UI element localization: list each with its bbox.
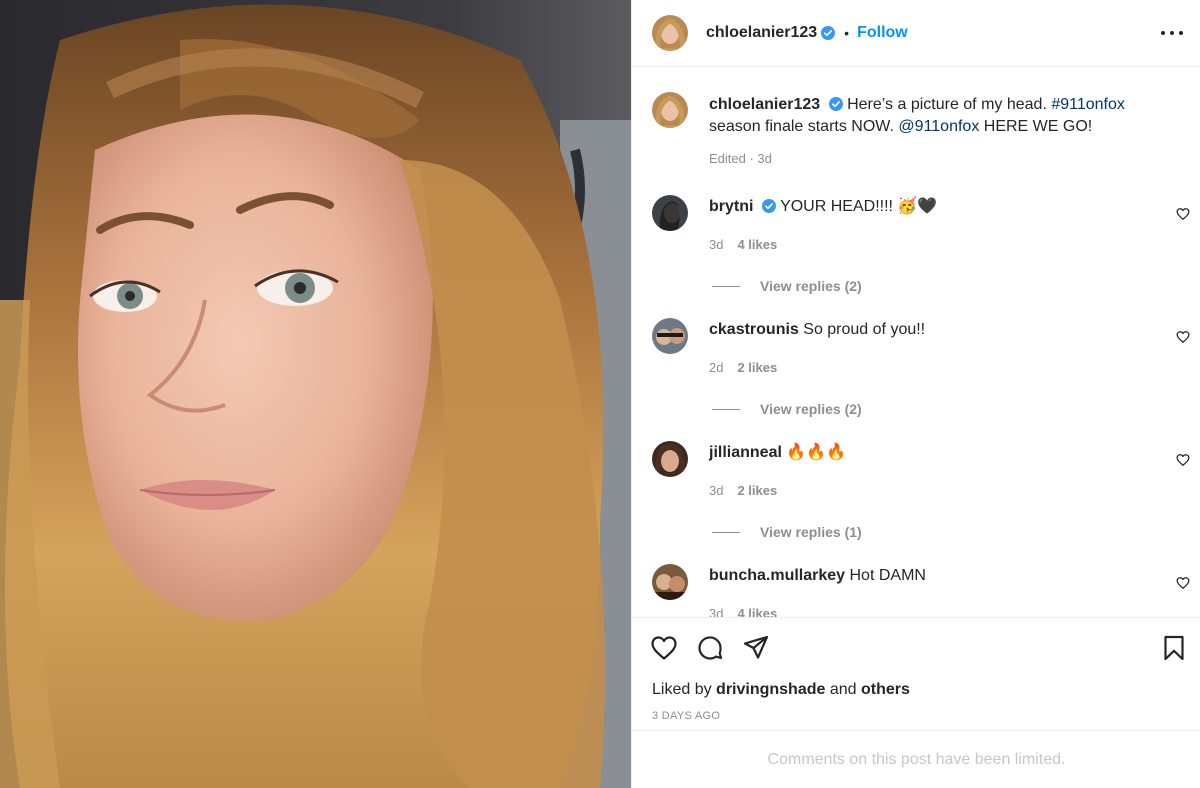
caption-username[interactable]: chloelanier123 <box>709 96 820 113</box>
caption-text-part-1: Here’s a picture of my head. <box>847 96 1047 113</box>
comment-age: 3d <box>709 237 724 252</box>
selfie-image <box>0 0 631 788</box>
commenter-avatar[interactable] <box>652 441 688 477</box>
comment-body: Hot DAMN <box>849 567 926 584</box>
view-replies-label: View replies (1) <box>760 524 862 540</box>
paper-plane-icon[interactable] <box>742 634 770 662</box>
caption-meta: Edited · 3d <box>709 151 772 166</box>
header-separator: • <box>844 25 850 41</box>
comment-item: jillianneal 🔥🔥🔥 3d 2 likes View replies (… <box>652 441 1192 561</box>
liked-by-user[interactable]: drivingnshade <box>716 681 825 698</box>
comment-likes[interactable]: 2 likes <box>737 360 777 375</box>
verified-badge-icon <box>821 26 836 40</box>
comment-like-heart-icon[interactable] <box>1176 453 1190 467</box>
comment-meta: 2d 2 likes <box>709 360 777 375</box>
comment-meta: 3d 4 likes <box>709 606 777 617</box>
comment-age: 2d <box>709 360 724 375</box>
verified-badge-icon <box>828 97 843 111</box>
commenter-avatar[interactable] <box>652 564 688 600</box>
comment-body: So proud of you!! <box>803 321 926 338</box>
replies-divider <box>712 285 740 287</box>
caption-text-part-2: season finale starts NOW. <box>709 118 894 135</box>
view-replies-button[interactable]: View replies (1) <box>712 524 862 540</box>
view-replies-button[interactable]: View replies (2) <box>712 401 862 417</box>
bookmark-icon[interactable] <box>1160 634 1188 662</box>
commenter-avatar[interactable] <box>652 318 688 354</box>
liked-by-text: Liked by drivingnshade and others <box>652 681 910 699</box>
comment-age: 3d <box>709 483 724 498</box>
comment-text: buncha.mullarkey Hot DAMN <box>709 566 926 586</box>
comment-body: 🔥🔥🔥 <box>786 444 847 461</box>
comment-username[interactable]: jillianneal <box>709 444 782 461</box>
caption-mention[interactable]: @911onfox <box>898 118 979 135</box>
comment-item: buncha.mullarkey Hot DAMN 3d 4 likes <box>652 564 1192 617</box>
replies-divider <box>712 531 740 533</box>
comment-text: jillianneal 🔥🔥🔥 <box>709 443 846 463</box>
view-replies-label: View replies (2) <box>760 401 862 417</box>
comment-like-heart-icon[interactable] <box>1176 576 1190 590</box>
comment-meta: 3d 4 likes <box>709 237 777 252</box>
commenter-avatar[interactable] <box>652 195 688 231</box>
comments-limited-notice: Comments on this post have been limited. <box>632 730 1200 788</box>
post-header: chloelanier123 • Follow <box>632 0 1200 67</box>
caption-avatar[interactable] <box>652 92 688 128</box>
comment-like-heart-icon[interactable] <box>1176 330 1190 344</box>
post-actions: Liked by drivingnshade and others 3 DAYS… <box>632 617 1200 730</box>
post-photo[interactable] <box>0 0 631 788</box>
comment-likes[interactable]: 4 likes <box>737 237 777 252</box>
liked-by-and: and <box>829 681 857 698</box>
author-username[interactable]: chloelanier123 <box>706 24 817 42</box>
comment-like-heart-icon[interactable] <box>1176 207 1190 221</box>
view-replies-label: View replies (2) <box>760 278 862 294</box>
comment-username[interactable]: buncha.mullarkey <box>709 567 845 584</box>
comment-meta: 3d 2 likes <box>709 483 777 498</box>
post-timestamp[interactable]: 3 DAYS AGO <box>652 710 720 722</box>
author-avatar[interactable] <box>652 15 688 51</box>
view-replies-button[interactable]: View replies (2) <box>712 278 862 294</box>
caption-text: chloelanier123 Here’s a picture of my he… <box>709 94 1149 138</box>
post-details-panel: chloelanier123 • Follow chloelanier123 H… <box>631 0 1200 788</box>
heart-icon[interactable] <box>650 634 678 662</box>
comment-username[interactable]: ckastrounis <box>709 321 799 338</box>
comment-text: brytni YOUR HEAD!!!! 🥳🖤 <box>709 197 937 217</box>
comment-item: ckastrounis So proud of you!! 2d 2 likes … <box>652 318 1192 438</box>
caption-text-part-3: HERE WE GO! <box>983 118 1093 135</box>
replies-divider <box>712 408 740 410</box>
ellipsis-icon <box>1161 31 1165 35</box>
comment-username[interactable]: brytni <box>709 198 753 215</box>
verified-badge-icon <box>761 199 776 213</box>
comment-bubble-icon[interactable] <box>696 634 724 662</box>
comment-text: ckastrounis So proud of you!! <box>709 320 925 340</box>
comment-likes[interactable]: 2 likes <box>737 483 777 498</box>
follow-button[interactable]: Follow <box>857 24 908 42</box>
more-options-button[interactable] <box>1161 23 1183 43</box>
liked-by-prefix: Liked by <box>652 681 712 698</box>
comment-age: 3d <box>709 606 724 617</box>
liked-by-others-link[interactable]: others <box>861 681 910 698</box>
comments-list[interactable]: chloelanier123 Here’s a picture of my he… <box>632 67 1200 617</box>
comment-body: YOUR HEAD!!!! 🥳🖤 <box>780 198 938 215</box>
caption-hashtag[interactable]: #911onfox <box>1051 96 1125 113</box>
comment-item: brytni YOUR HEAD!!!! 🥳🖤 3d 4 likes View r… <box>652 195 1192 315</box>
comment-likes[interactable]: 4 likes <box>737 606 777 617</box>
